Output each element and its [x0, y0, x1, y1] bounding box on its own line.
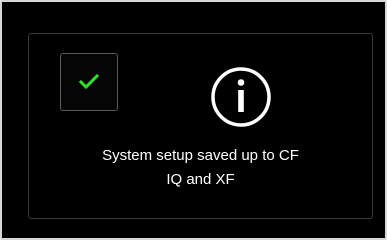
dialog-message: System setup saved up to CF IQ and XF — [29, 144, 372, 192]
message-line-1: System setup saved up to CF — [102, 147, 299, 164]
confirm-button[interactable] — [60, 53, 118, 111]
checkmark-icon — [79, 74, 99, 90]
message-line-2: IQ and XF — [166, 171, 235, 188]
info-dialog: System setup saved up to CF IQ and XF — [28, 33, 373, 219]
info-icon — [211, 67, 271, 127]
screen: System setup saved up to CF IQ and XF — [0, 0, 387, 240]
